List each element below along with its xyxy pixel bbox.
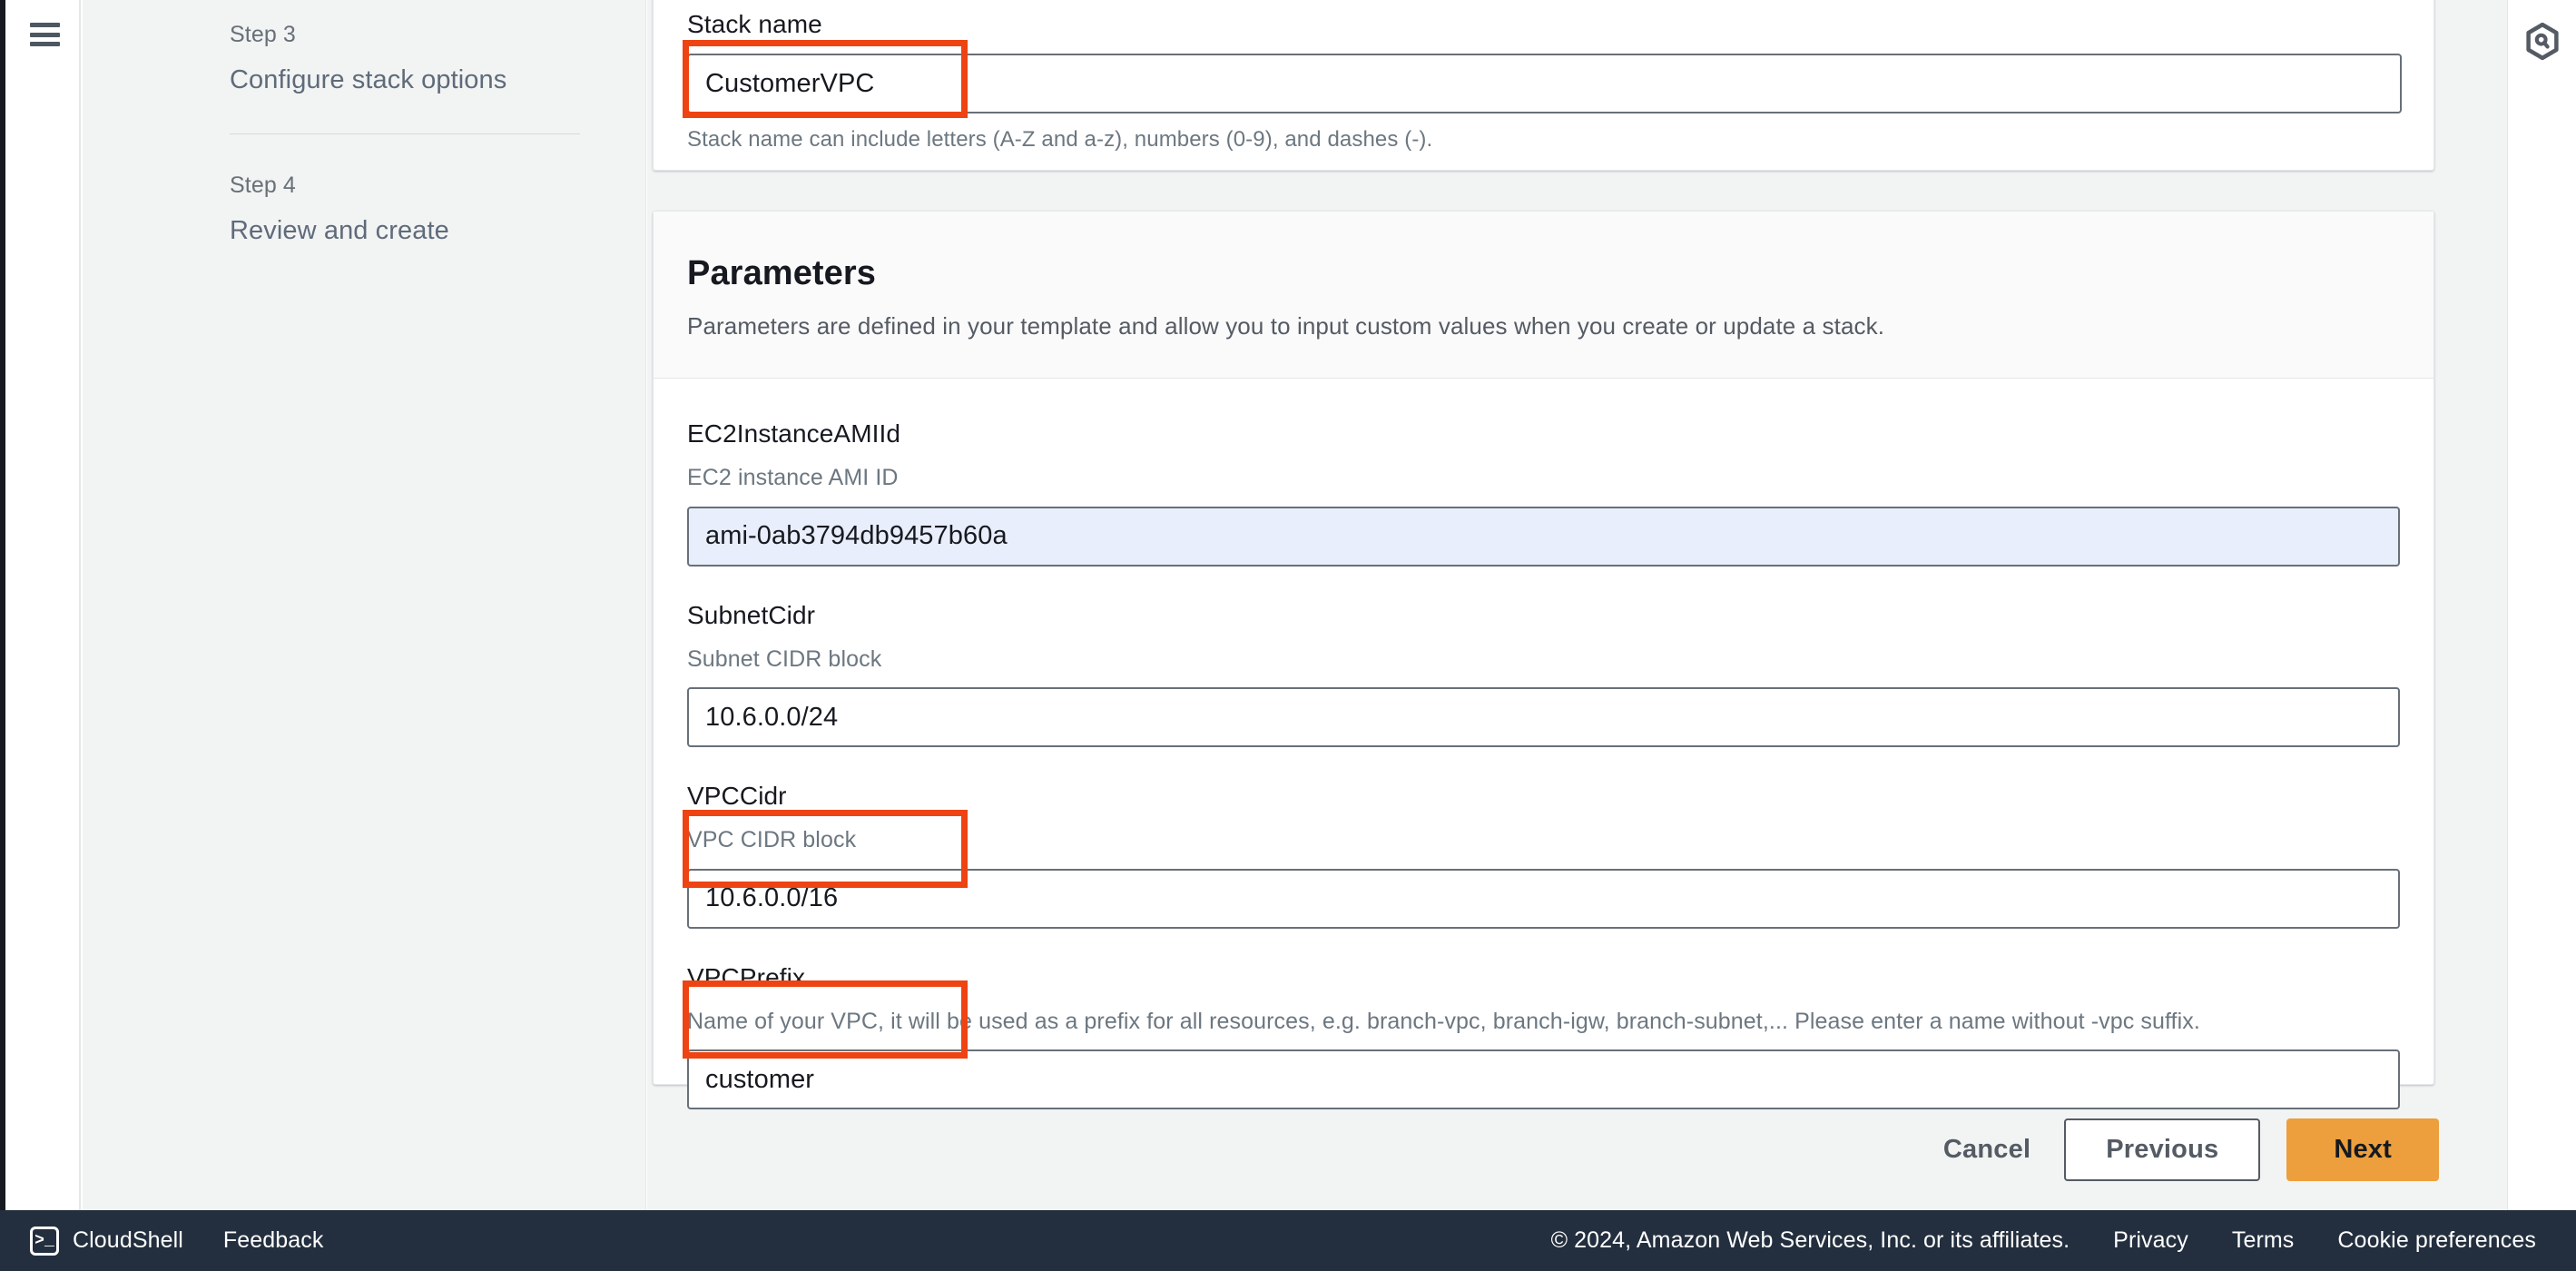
parameter-vpcprefix: VPCPrefix Name of your VPC, it will be u… — [687, 961, 2400, 1110]
vpccidr-input[interactable] — [687, 868, 2400, 929]
cookie-preferences-link[interactable]: Cookie preferences — [2337, 1227, 2536, 1254]
wizard-step-sidebar: Step 3 Configure stack options Step 4 Re… — [83, 0, 646, 1239]
footer-left-group: >_ CloudShell Feedback — [0, 1226, 324, 1256]
parameter-label: SubnetCidr — [687, 600, 816, 629]
stack-name-card: Stack name Stack name can include letter… — [653, 0, 2434, 171]
sidebar-step-3[interactable]: Step 3 Configure stack options — [83, 20, 645, 97]
wizard-action-buttons: Cancel Previous Next — [1936, 1118, 2439, 1181]
stack-name-input[interactable] — [687, 54, 2402, 113]
parameter-label: VPCPrefix — [687, 962, 806, 991]
footer-right-group: © 2024, Amazon Web Services, Inc. or its… — [1551, 1227, 2576, 1254]
page-footer: >_ CloudShell Feedback © 2024, Amazon We… — [0, 1210, 2576, 1271]
parameter-label: VPCCidr — [687, 782, 787, 811]
parameters-card-header: Parameters Parameters are defined in you… — [654, 212, 2433, 379]
hamburger-bar — [30, 23, 60, 27]
ec2instanceamiid-input[interactable] — [687, 506, 2400, 567]
cloudformation-specify-stack-details-page: Step 3 Configure stack options Step 4 Re… — [0, 0, 2576, 1271]
vpcprefix-input[interactable] — [687, 1049, 2400, 1110]
copyright-text: © 2024, Amazon Web Services, Inc. or its… — [1550, 1227, 2070, 1253]
hamburger-menu-icon[interactable] — [30, 23, 60, 46]
parameter-description: Name of your VPC, it will be used as a p… — [687, 1008, 2200, 1034]
main-content: Stack name Stack name can include letter… — [647, 0, 2507, 1239]
parameter-ec2instanceamiid: EC2InstanceAMIId EC2 instance AMI ID — [687, 418, 2400, 567]
cloudshell-label: CloudShell — [73, 1227, 183, 1253]
parameter-label: EC2InstanceAMIId — [687, 419, 901, 448]
sidebar-step-4-title: Review and create — [230, 216, 449, 246]
right-utility-rail — [2507, 0, 2576, 1239]
privacy-link[interactable]: Privacy — [2113, 1227, 2188, 1254]
parameter-description: Subnet CIDR block — [687, 645, 882, 672]
sidebar-step-3-title: Configure stack options — [230, 64, 507, 94]
stack-name-field-group: Stack name Stack name can include letter… — [687, 8, 2402, 153]
stack-name-hint: Stack name can include letters (A-Z and … — [687, 127, 1433, 152]
hamburger-bar — [30, 42, 60, 46]
sidebar-step-3-kicker: Step 3 — [230, 22, 296, 47]
cloudshell-terminal-icon: >_ — [30, 1226, 59, 1256]
parameters-field-list: EC2InstanceAMIId EC2 instance AMI ID Sub… — [654, 379, 2433, 1146]
parameters-subtitle: Parameters are defined in your template … — [687, 311, 1885, 340]
navigation-rail — [5, 0, 81, 1239]
parameter-vpccidr: VPCCidr VPC CIDR block — [687, 780, 2400, 929]
parameters-title: Parameters — [687, 254, 877, 292]
cancel-button[interactable]: Cancel — [1936, 1122, 2038, 1177]
subnetcidr-input[interactable] — [687, 687, 2400, 748]
stack-name-label: Stack name — [687, 10, 822, 38]
feedback-link[interactable]: Feedback — [223, 1227, 324, 1254]
cloudshell-button[interactable]: >_ CloudShell — [30, 1226, 183, 1256]
parameter-description: VPC CIDR block — [687, 827, 857, 853]
next-button[interactable]: Next — [2286, 1118, 2439, 1181]
amazon-q-hexagon-icon[interactable] — [2522, 21, 2562, 62]
parameter-subnetcidr: SubnetCidr Subnet CIDR block — [687, 599, 2400, 748]
sidebar-step-4-kicker: Step 4 — [230, 172, 296, 199]
previous-button[interactable]: Previous — [2064, 1118, 2261, 1181]
parameters-card: Parameters Parameters are defined in you… — [653, 211, 2434, 1110]
terms-link[interactable]: Terms — [2232, 1227, 2295, 1254]
sidebar-divider — [230, 133, 580, 135]
parameter-description: EC2 instance AMI ID — [687, 465, 899, 491]
hamburger-bar — [30, 32, 60, 37]
sidebar-step-4[interactable]: Step 4 Review and create — [83, 171, 645, 248]
